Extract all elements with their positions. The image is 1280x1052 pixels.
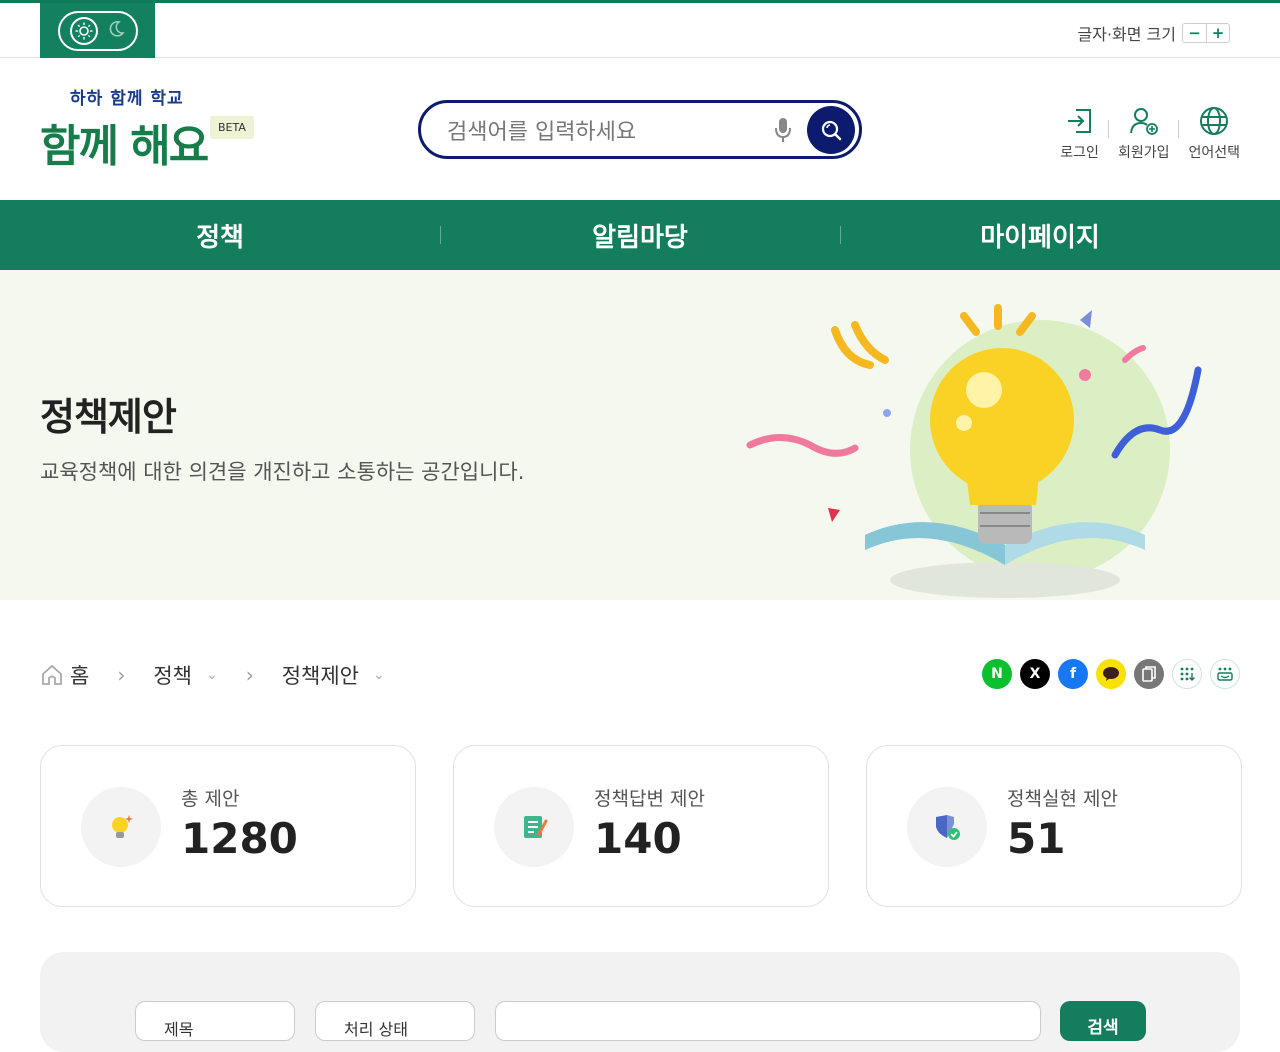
field-select[interactable]: 제목 <box>135 1001 295 1041</box>
naver-icon[interactable]: N <box>982 659 1012 689</box>
font-decrease-button[interactable]: − <box>1183 24 1206 42</box>
hero-banner: 정책제안 교육정책에 대한 의견을 개진하고 소통하는 공간입니다. <box>0 270 1280 600</box>
main-navigation: 정책 알림마당 마이페이지 <box>0 200 1280 270</box>
stat-label: 총 제안 <box>181 788 240 810</box>
proposal-stats: 총 제안 1280 정책답변 제안 140 정책실현 제안 51 <box>40 745 1242 907</box>
stat-card: 정책실현 제안 51 <box>866 745 1242 907</box>
login-label: 로그인 <box>1060 145 1099 161</box>
share-tools: N X f <box>982 659 1240 689</box>
status-select[interactable]: 처리 상태 <box>315 1001 475 1041</box>
language-button[interactable]: 언어선택 <box>1188 106 1240 162</box>
x-icon[interactable]: X <box>1020 659 1050 689</box>
chevron-down-icon: ⌄ <box>205 667 218 683</box>
sun-icon[interactable] <box>70 16 98 45</box>
page-title: 정책제안 <box>40 395 177 439</box>
signup-label: 회원가입 <box>1117 145 1170 161</box>
stat-value: 51 <box>1007 814 1066 863</box>
divider <box>1107 120 1109 138</box>
font-size-control: 글자·화면 크기 − + <box>1077 21 1230 45</box>
divider <box>1178 120 1180 138</box>
breadcrumb-home-label: 홈 <box>70 664 90 688</box>
chevron-down-icon: ⌄ <box>372 667 385 683</box>
search-icon <box>821 120 842 140</box>
home-icon <box>42 664 62 685</box>
stat-label: 정책답변 제안 <box>594 788 705 810</box>
search-bar: 검색어를 입력하세요 <box>418 100 862 159</box>
stat-card: 총 제안 1280 <box>40 745 416 907</box>
font-size-label: 글자·화면 크기 <box>1077 25 1177 44</box>
breadcrumb: 홈 › 정책 ⌄ › 정책제안 ⌄ <box>40 660 385 690</box>
globe-icon <box>1200 107 1229 135</box>
chevron-right-icon: › <box>117 663 126 687</box>
search-input[interactable]: 검색어를 입력하세요 <box>447 114 771 146</box>
lightbulb-icon <box>81 787 161 867</box>
site-logo[interactable]: 하하 함께 학교 함께 해요 BETA <box>40 82 260 178</box>
copy-icon[interactable] <box>1134 659 1164 689</box>
qr-icon[interactable] <box>1172 659 1202 689</box>
print-icon[interactable] <box>1210 659 1240 689</box>
member-menu: 로그인 회원가입 언어선택 <box>1060 106 1240 162</box>
memo-icon <box>494 787 574 867</box>
font-increase-button[interactable]: + <box>1206 24 1229 42</box>
breadcrumb-level1[interactable]: 정책 ⌄ <box>153 660 217 690</box>
language-label: 언어선택 <box>1188 145 1240 161</box>
search-button[interactable] <box>807 105 855 154</box>
chevron-right-icon: › <box>245 663 254 687</box>
page-description: 교육정책에 대한 의견을 개진하고 소통하는 공간입니다. <box>40 460 525 484</box>
header: 하하 함께 학교 함께 해요 BETA 검색어를 입력하세요 로그인 회원가입 … <box>0 58 1280 200</box>
search-filter: 제목 처리 상태 검색 <box>40 952 1240 1052</box>
microphone-icon[interactable] <box>771 115 795 145</box>
logo-subtitle: 하하 함께 학교 <box>70 89 184 109</box>
stat-value: 140 <box>594 814 682 863</box>
stat-card: 정책답변 제안 140 <box>453 745 829 907</box>
login-button[interactable]: 로그인 <box>1060 106 1099 162</box>
login-icon <box>1067 109 1091 133</box>
nav-notice[interactable]: 알림마당 <box>440 200 840 270</box>
breadcrumb-level2[interactable]: 정책제안 ⌄ <box>282 660 385 690</box>
keyword-input[interactable] <box>495 1001 1041 1041</box>
nav-mypage[interactable]: 마이페이지 <box>840 200 1240 270</box>
breadcrumb-level2-label: 정책제안 <box>281 664 359 688</box>
lightbulb-book-illustration <box>746 304 1202 598</box>
search-submit-button[interactable]: 검색 <box>1060 1001 1146 1041</box>
logo-title: 함께 해요 <box>40 121 209 172</box>
nav-policy[interactable]: 정책 <box>0 200 440 270</box>
breadcrumb-level1-label: 정책 <box>153 664 192 688</box>
theme-switcher <box>40 3 155 58</box>
utility-bar: 글자·화면 크기 − + <box>0 0 1280 58</box>
moon-icon[interactable] <box>107 20 125 42</box>
shield-check-icon <box>907 787 987 867</box>
user-add-icon <box>1129 108 1158 135</box>
facebook-icon[interactable]: f <box>1058 659 1088 689</box>
kakaotalk-icon[interactable] <box>1096 659 1126 689</box>
breadcrumb-home[interactable]: 홈 <box>40 660 89 690</box>
theme-toggle[interactable] <box>57 10 138 51</box>
stat-value: 1280 <box>181 814 298 863</box>
beta-badge: BETA <box>210 116 254 139</box>
stat-label: 정책실현 제안 <box>1007 788 1118 810</box>
signup-button[interactable]: 회원가입 <box>1117 106 1170 162</box>
